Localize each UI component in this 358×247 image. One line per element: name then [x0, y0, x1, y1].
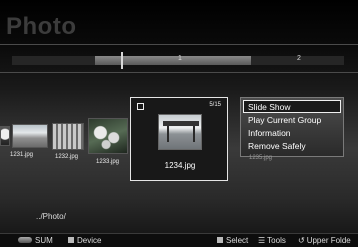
device-label: Device [77, 236, 102, 245]
tools-label: Tools [267, 236, 286, 245]
page-timeline[interactable]: 1 2 [12, 52, 344, 69]
timeline-active-segment [95, 56, 251, 65]
thumbnail-partial[interactable] [0, 126, 10, 146]
thumbnail-image [89, 119, 127, 153]
bottom-button-bar: SUM Device Select ☰ Tools ↺ Upper Folde [0, 233, 358, 247]
thumbnail-image [53, 124, 83, 149]
thumbnail-image [1, 127, 9, 145]
thumbnail-caption: 1232.jpg [55, 154, 79, 160]
return-icon: ↺ [298, 236, 305, 245]
title-divider [0, 44, 358, 45]
blue-button-icon [68, 236, 74, 243]
upper-folder-button[interactable]: ↺ Upper Folde [298, 235, 351, 247]
menu-item-information[interactable]: Information [243, 126, 341, 139]
folder-path: ../Photo/ [36, 212, 66, 221]
device-button[interactable]: Device [68, 235, 101, 247]
menu-item-slide-show[interactable]: Slide Show [243, 100, 341, 113]
selected-thumbnail-image [158, 114, 202, 150]
thumbnail-1231[interactable] [12, 124, 48, 148]
timeline-divider [0, 72, 358, 73]
photo-detail [167, 126, 169, 142]
thumbnail-caption: 1233.jpg [96, 159, 120, 165]
tools-icon: ☰ [258, 236, 266, 245]
selected-thumbnail-card[interactable]: 5/15 1234.jpg [130, 97, 228, 181]
menu-item-play-current-group[interactable]: Play Current Group [243, 113, 341, 126]
select-button[interactable]: Select [217, 235, 248, 247]
yellow-button-icon [217, 236, 223, 243]
photo-browser-screen: Photo 1 2 1231.jpg 1232.jpg 1233.jpg 5/1… [0, 0, 358, 247]
upper-folder-label: Upper Folde [306, 236, 351, 245]
sum-icon [18, 236, 32, 243]
tools-button[interactable]: ☰ Tools [258, 235, 286, 247]
photo-detail [193, 126, 195, 142]
menu-item-remove-safely[interactable]: Remove Safely [243, 139, 341, 152]
tools-context-menu: Slide Show Play Current Group Informatio… [240, 97, 344, 157]
selected-file-name: 1234.jpg [164, 161, 196, 170]
thumbnail-image [13, 125, 47, 147]
thumbnail-caption: 1231.jpg [10, 152, 34, 158]
timeline-cursor[interactable] [121, 52, 123, 69]
sum-label: SUM [35, 236, 53, 245]
page-title: Photo [6, 13, 77, 40]
thumbnail-1233[interactable] [88, 118, 128, 154]
timeline-page-1[interactable]: 1 [178, 55, 182, 62]
thumbnail-caption-behind-menu: 1235.jpg [249, 155, 273, 161]
item-counter: 5/15 [209, 102, 221, 108]
select-label: Select [226, 236, 249, 245]
thumbnail-1232[interactable] [52, 123, 84, 150]
sum-button[interactable]: SUM [18, 235, 53, 247]
timeline-page-2[interactable]: 2 [297, 55, 301, 62]
select-checkbox[interactable] [137, 103, 144, 110]
